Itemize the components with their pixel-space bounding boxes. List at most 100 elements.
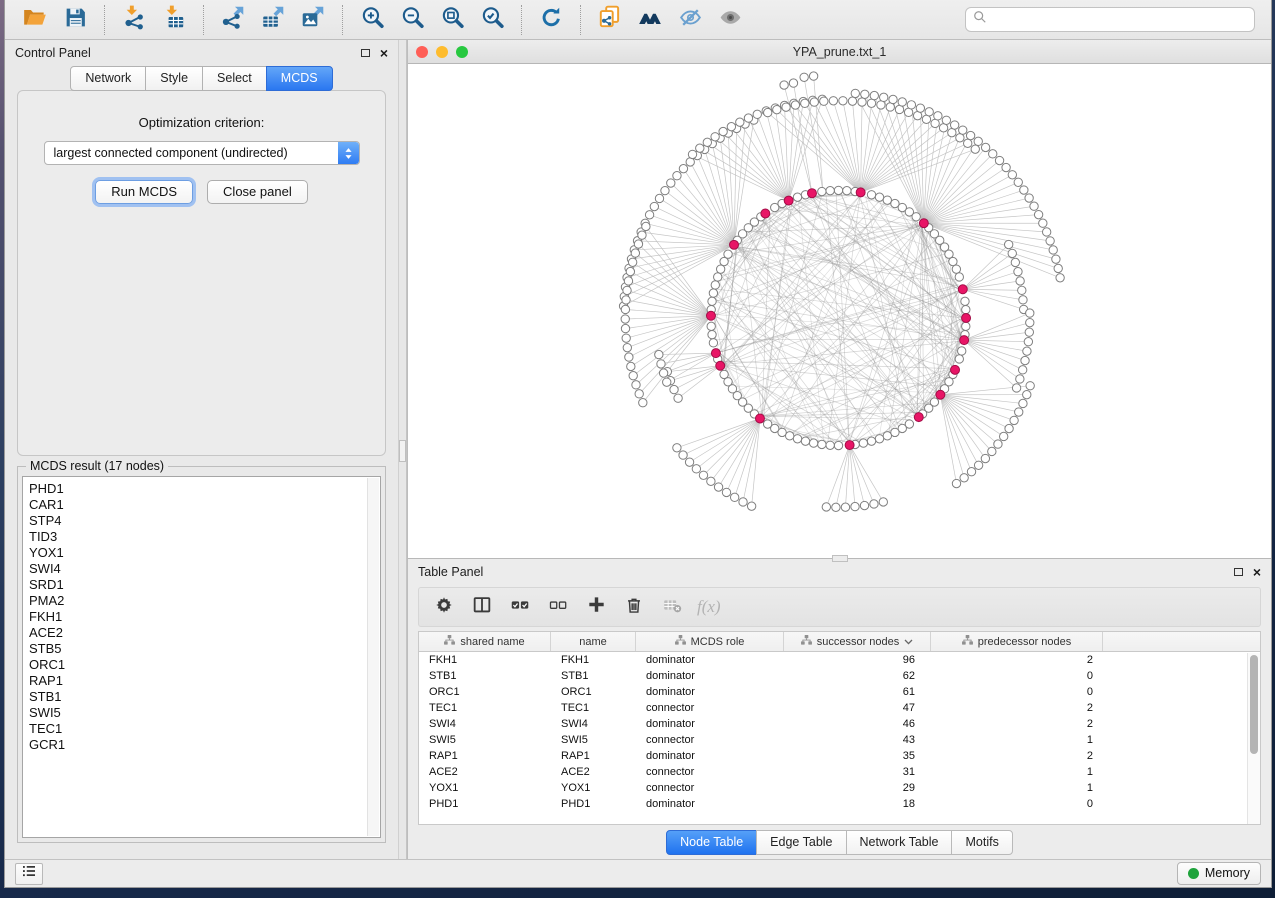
import-network-button[interactable] <box>114 4 154 36</box>
cell-successor-nodes: 18 <box>784 796 931 812</box>
float-panel-icon[interactable] <box>361 49 370 57</box>
mcds-result-item[interactable]: SWI5 <box>29 705 380 721</box>
open-file-button[interactable] <box>15 4 55 36</box>
mcds-list-scrollbar[interactable] <box>367 478 379 836</box>
table-row[interactable]: SWI4SWI4dominator462 <box>419 716 1260 732</box>
network-graph[interactable] <box>408 64 1271 558</box>
mcds-result-item[interactable]: STP4 <box>29 513 380 529</box>
mcds-result-item[interactable]: FKH1 <box>29 609 380 625</box>
minimize-window-icon[interactable] <box>436 46 448 58</box>
cell-mcds-role: connector <box>636 732 784 748</box>
mcds-result-item[interactable]: ACE2 <box>29 625 380 641</box>
mcds-result-item[interactable]: STB5 <box>29 641 380 657</box>
mcds-result-item[interactable]: SRD1 <box>29 577 380 593</box>
tab-style[interactable]: Style <box>145 66 203 91</box>
maximize-window-icon[interactable] <box>456 46 468 58</box>
table-row[interactable]: ORC1ORC1dominator610 <box>419 684 1260 700</box>
tab-select[interactable]: Select <box>202 66 267 91</box>
plus-icon <box>585 593 608 621</box>
mcds-result-list[interactable]: PHD1CAR1STP4TID3YOX1SWI4SRD1PMA2FKH1ACE2… <box>22 476 381 838</box>
table-row[interactable]: STB1STB1dominator620 <box>419 668 1260 684</box>
close-panel-icon[interactable]: × <box>380 48 388 58</box>
mcds-result-item[interactable]: CAR1 <box>29 497 380 513</box>
horizontal-splitter-handle[interactable] <box>832 555 848 562</box>
search-icon <box>973 10 987 29</box>
table-row[interactable]: TEC1TEC1connector472 <box>419 700 1260 716</box>
zoom-fit-button[interactable] <box>432 4 472 36</box>
table-row[interactable]: YOX1YOX1connector291 <box>419 780 1260 796</box>
table-row[interactable]: ACE2ACE2connector311 <box>419 764 1260 780</box>
vertical-splitter[interactable] <box>398 40 407 859</box>
export-image-icon <box>300 4 326 35</box>
deselect-all-rows-button[interactable] <box>541 592 575 622</box>
first-neighbors-button[interactable] <box>630 4 670 36</box>
table-row[interactable]: RAP1RAP1dominator352 <box>419 748 1260 764</box>
zoom-selected-button[interactable] <box>472 4 512 36</box>
show-all-button[interactable] <box>710 4 750 36</box>
control-panel: Control Panel × NetworkStyleSelectMCDS O… <box>5 40 398 859</box>
mcds-result-item[interactable]: RAP1 <box>29 673 380 689</box>
delete-column-button[interactable] <box>617 592 651 622</box>
mcds-result-item[interactable]: GCR1 <box>29 737 380 753</box>
mcds-result-item[interactable]: PHD1 <box>29 481 380 497</box>
memory-button[interactable]: Memory <box>1177 862 1261 885</box>
cell-shared-name: PHD1 <box>419 796 551 812</box>
mcds-result-item[interactable]: PMA2 <box>29 593 380 609</box>
export-image-button[interactable] <box>293 4 333 36</box>
close-window-icon[interactable] <box>416 46 428 58</box>
mcds-result-item[interactable]: ORC1 <box>29 657 380 673</box>
cell-shared-name: STB1 <box>419 668 551 684</box>
table-row[interactable]: PHD1PHD1dominator180 <box>419 796 1260 812</box>
search-field <box>965 7 1255 32</box>
show-columns-button[interactable] <box>465 592 499 622</box>
column-header-name[interactable]: name <box>551 632 636 651</box>
table-row[interactable]: FKH1FKH1dominator962 <box>419 652 1260 668</box>
mcds-result-item[interactable]: TEC1 <box>29 721 380 737</box>
cell-shared-name: TEC1 <box>419 700 551 716</box>
table-scrollbar[interactable] <box>1247 653 1260 824</box>
column-header-mcds-role[interactable]: MCDS role <box>636 632 784 651</box>
mcds-result-item[interactable]: SWI4 <box>29 561 380 577</box>
run-mcds-button[interactable]: Run MCDS <box>95 180 193 204</box>
save-session-button[interactable] <box>55 4 95 36</box>
network-canvas[interactable] <box>408 64 1271 558</box>
column-header-shared-name[interactable]: shared name <box>419 632 551 651</box>
zoom-out-button[interactable] <box>392 4 432 36</box>
table-scrollbar-thumb[interactable] <box>1250 655 1258 754</box>
float-table-panel-icon[interactable] <box>1234 568 1243 576</box>
zoom-in-button[interactable] <box>352 4 392 36</box>
table-panel-tabs: Node TableEdge TableNetwork TableMotifs <box>408 825 1271 859</box>
function-builder-button: f(x) <box>697 597 721 617</box>
search-input[interactable] <box>992 13 1247 27</box>
copy-network-button[interactable] <box>590 4 630 36</box>
table-row[interactable]: SWI5SWI5connector431 <box>419 732 1260 748</box>
tab-motifs[interactable]: Motifs <box>951 830 1012 855</box>
task-history-button[interactable] <box>15 863 43 885</box>
hide-selected-button[interactable] <box>670 4 710 36</box>
refresh-button[interactable] <box>531 4 571 36</box>
export-table-button[interactable] <box>253 4 293 36</box>
add-column-button[interactable] <box>579 592 613 622</box>
import-table-button[interactable] <box>154 4 194 36</box>
mcds-result-item[interactable]: TID3 <box>29 529 380 545</box>
column-header-predecessor-nodes[interactable]: predecessor nodes <box>931 632 1103 651</box>
optimization-criterion-select[interactable]: largest connected component (undirected) <box>44 141 360 165</box>
import-table-icon <box>161 4 187 35</box>
import-network-icon <box>121 4 147 35</box>
column-header-successor-nodes[interactable]: successor nodes <box>784 632 931 651</box>
tab-mcds[interactable]: MCDS <box>266 66 333 91</box>
tab-node-table[interactable]: Node Table <box>666 830 757 855</box>
close-panel-button[interactable]: Close panel <box>207 180 308 204</box>
splitter-handle[interactable] <box>399 440 406 462</box>
close-table-panel-icon[interactable]: × <box>1253 567 1261 577</box>
cell-shared-name: SWI5 <box>419 732 551 748</box>
export-network-button[interactable] <box>213 4 253 36</box>
tab-network[interactable]: Network <box>70 66 146 91</box>
zoom-fit-icon <box>440 5 465 35</box>
tab-edge-table[interactable]: Edge Table <box>756 830 846 855</box>
tab-network-table[interactable]: Network Table <box>846 830 953 855</box>
mcds-result-item[interactable]: STB1 <box>29 689 380 705</box>
table-settings-button[interactable] <box>427 592 461 622</box>
select-all-rows-button[interactable] <box>503 592 537 622</box>
mcds-result-item[interactable]: YOX1 <box>29 545 380 561</box>
